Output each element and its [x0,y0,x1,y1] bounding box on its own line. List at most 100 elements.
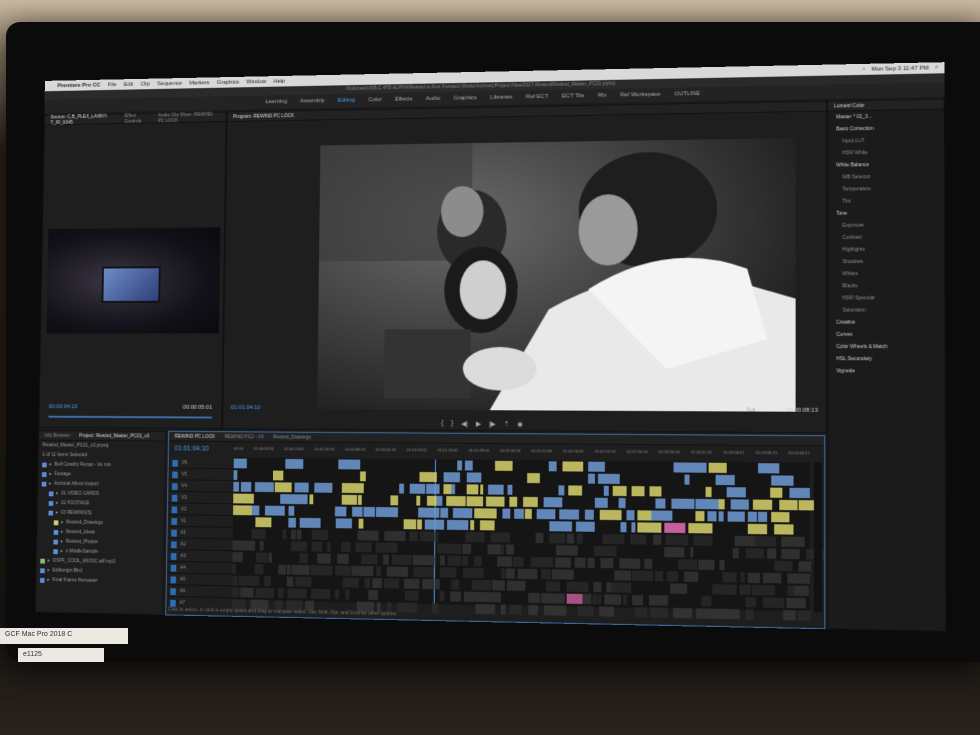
video-clip[interactable] [418,507,424,518]
lumetri-control[interactable]: Blacks [828,280,944,293]
video-clip[interactable] [456,460,462,471]
video-clip[interactable] [526,473,540,484]
folder-icon[interactable]: ▸ [48,558,50,564]
audio-clip[interactable] [341,542,351,553]
track-target-toggle[interactable] [170,553,177,560]
video-clip[interactable] [637,510,652,521]
video-clip[interactable] [360,471,366,482]
video-clip[interactable] [778,499,798,511]
audio-clip[interactable] [577,605,594,617]
audio-clip[interactable] [541,593,565,604]
audio-clip[interactable] [255,587,275,598]
video-clip[interactable] [338,459,361,470]
audio-clip[interactable] [290,541,307,552]
audio-clip[interactable] [540,569,552,580]
audio-clip[interactable] [413,566,435,578]
audio-clip[interactable] [701,596,712,607]
video-clip[interactable] [436,495,443,506]
video-clip[interactable] [265,505,285,516]
tab-effect-controls[interactable]: Effect Controls [124,112,149,125]
video-clip[interactable] [612,485,627,497]
video-clip[interactable] [416,495,421,506]
video-clip[interactable] [727,487,746,498]
audio-clip[interactable] [439,555,446,566]
audio-clip[interactable] [447,555,462,566]
audio-clip[interactable] [787,573,810,584]
audio-clip[interactable] [762,536,777,547]
audio-clip[interactable] [231,587,240,598]
track-target-toggle[interactable] [171,483,178,491]
audio-clip[interactable] [574,557,586,568]
audio-clip[interactable] [787,585,795,596]
audio-clip[interactable] [566,533,575,544]
step-forward-icon[interactable]: |▶ [489,420,496,428]
audio-clip[interactable] [383,554,390,565]
lift-icon[interactable]: ⇡ [504,420,510,428]
wifi-icon[interactable]: ◔ [862,66,866,72]
video-clip[interactable] [233,493,255,504]
video-clip[interactable] [233,458,247,469]
menu-edit[interactable]: Edit [124,81,134,87]
video-clip[interactable] [513,508,525,519]
video-clip[interactable] [274,482,293,493]
video-clip[interactable] [664,522,686,534]
lumetri-control[interactable]: Contrast [828,231,944,244]
video-clip[interactable] [443,472,461,483]
track-header[interactable]: V4 [168,480,234,493]
audio-clip[interactable] [712,584,737,595]
video-clip[interactable] [466,496,484,507]
video-clip[interactable] [649,486,662,497]
video-clip[interactable] [440,507,448,518]
play-icon[interactable]: ▶ [476,420,481,428]
audio-clip[interactable] [334,589,339,600]
video-clip[interactable] [588,473,596,484]
video-clip[interactable] [426,495,437,506]
video-clip[interactable] [466,472,482,483]
audio-clip[interactable] [487,544,500,555]
audio-clip[interactable] [528,592,541,604]
tab-info-browser[interactable]: Info Browser [44,432,70,438]
audio-clip[interactable] [505,568,516,579]
track-header[interactable]: A2 [167,538,233,552]
lumetri-control[interactable]: Exposure [828,219,944,232]
menu-file[interactable]: File [108,82,117,88]
video-clip[interactable] [705,486,712,498]
video-clip[interactable] [426,483,440,494]
folder-icon[interactable]: ▸ [56,500,58,506]
audio-clip[interactable] [259,540,264,551]
video-clip[interactable] [416,519,423,530]
menu-sequence[interactable]: Sequence [157,80,182,86]
audio-clip[interactable] [600,558,614,569]
folder-icon[interactable]: ▸ [47,567,49,573]
audio-clip[interactable] [763,572,782,584]
video-clip[interactable] [588,461,606,472]
audio-clip[interactable] [597,594,602,605]
track-target-toggle[interactable] [170,564,177,572]
lumetri-control[interactable]: HSL Secondary [828,353,944,365]
audio-clip[interactable] [500,604,506,615]
audio-clip[interactable] [555,557,571,568]
audio-clip[interactable] [632,594,644,606]
audio-clip[interactable] [649,595,668,606]
audio-clip[interactable] [513,556,524,567]
audio-clip[interactable] [719,559,725,571]
video-clip[interactable] [684,474,690,485]
audio-clip[interactable] [278,588,284,599]
video-clip[interactable] [403,519,417,530]
video-clip[interactable] [474,508,497,519]
audio-clip[interactable] [375,542,398,553]
folder-icon[interactable]: ▸ [56,510,58,516]
video-clip[interactable] [299,517,321,528]
track-header[interactable]: V1 [167,515,234,528]
audio-clip[interactable] [311,529,329,540]
workspace-tab[interactable]: Assembly [300,98,324,104]
menu-window[interactable]: Window [246,79,266,85]
audio-clip[interactable] [311,588,330,600]
audio-clip[interactable] [478,591,501,603]
track-target-toggle[interactable] [171,506,178,514]
audio-clip[interactable] [471,579,492,591]
video-clip[interactable] [715,474,735,486]
lumetri-control[interactable]: Vignette [828,365,944,377]
audio-clip[interactable] [475,603,496,615]
audio-clip[interactable] [309,565,333,576]
